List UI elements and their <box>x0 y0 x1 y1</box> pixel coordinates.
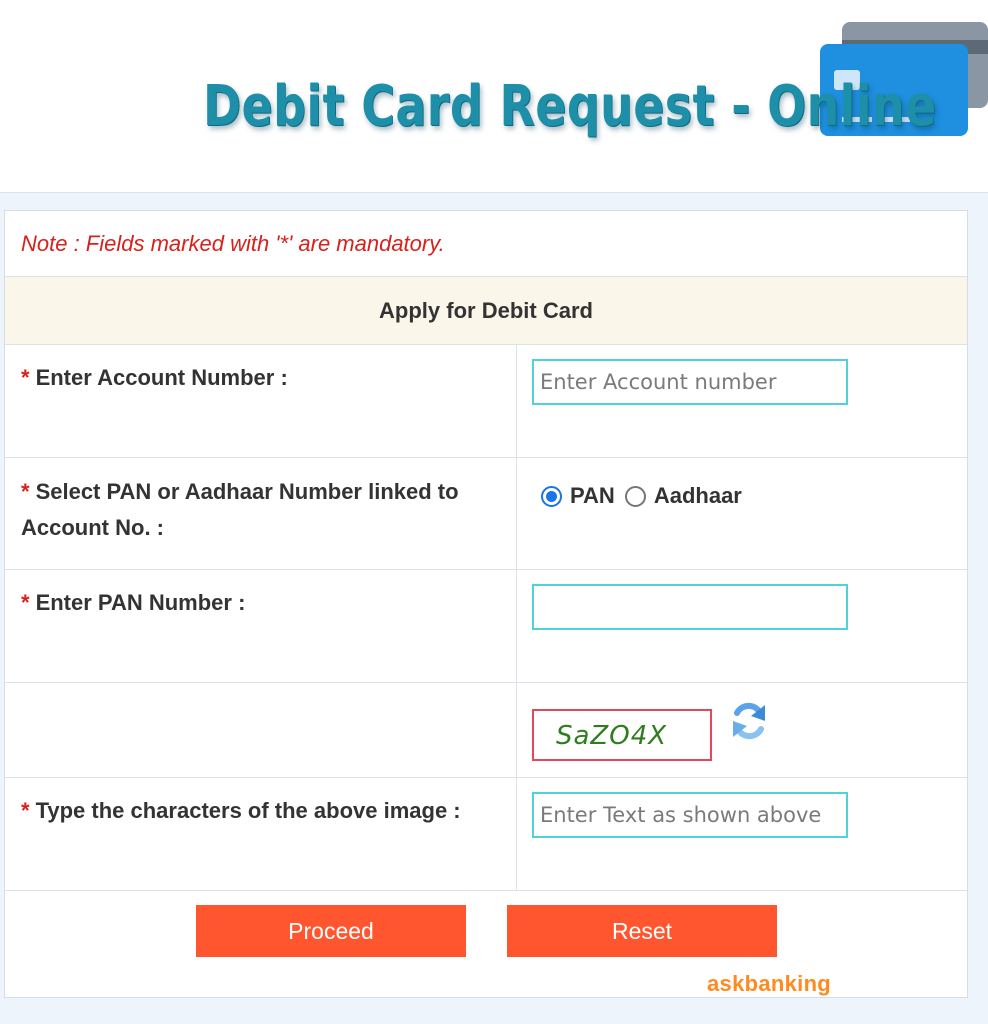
required-marker: * <box>21 798 30 823</box>
pan-number-label-text: Enter PAN Number : <box>35 590 246 615</box>
form-heading: Apply for Debit Card <box>379 298 593 323</box>
required-marker: * <box>21 365 30 390</box>
page-banner: Debit Card Request - Online <box>0 0 988 192</box>
captcha-input-label-text: Type the characters of the above image : <box>35 798 461 823</box>
page-title: Debit Card Request - Online <box>203 74 937 139</box>
mandatory-note: Note : Fields marked with '*' are mandat… <box>21 231 445 256</box>
note-row: Note : Fields marked with '*' are mandat… <box>5 211 967 277</box>
aadhaar-radio[interactable] <box>624 485 646 507</box>
pan-radio[interactable] <box>541 485 562 507</box>
aadhaar-radio-label[interactable]: Aadhaar <box>654 483 742 509</box>
id-type-radio-group: PAN Aadhaar <box>541 481 752 511</box>
refresh-icon[interactable] <box>727 699 771 743</box>
required-marker: * <box>21 590 30 615</box>
debit-card-form: Note : Fields marked with '*' are mandat… <box>4 210 968 998</box>
reset-button[interactable]: Reset <box>507 905 777 957</box>
pan-number-input[interactable] <box>532 584 848 630</box>
form-header-row: Apply for Debit Card <box>5 277 967 345</box>
id-type-label-text: Select PAN or Aadhaar Number linked to A… <box>21 479 459 540</box>
proceed-button[interactable]: Proceed <box>196 905 466 957</box>
captcha-input[interactable] <box>532 792 848 838</box>
captcha-image: SaZO4X <box>532 709 712 761</box>
captcha-input-label: * Type the characters of the above image … <box>21 793 481 829</box>
account-number-input[interactable] <box>532 359 848 405</box>
watermark: askbanking <box>707 971 832 996</box>
account-number-label-text: Enter Account Number : <box>35 365 288 390</box>
pan-radio-label[interactable]: PAN <box>570 483 615 509</box>
required-marker: * <box>21 479 30 504</box>
captcha-text: SaZO4X <box>556 721 668 751</box>
captcha-image-row <box>5 683 967 778</box>
account-number-label: * Enter Account Number : <box>21 360 501 396</box>
id-type-label: * Select PAN or Aadhaar Number linked to … <box>21 474 501 546</box>
pan-number-label: * Enter PAN Number : <box>21 585 501 621</box>
